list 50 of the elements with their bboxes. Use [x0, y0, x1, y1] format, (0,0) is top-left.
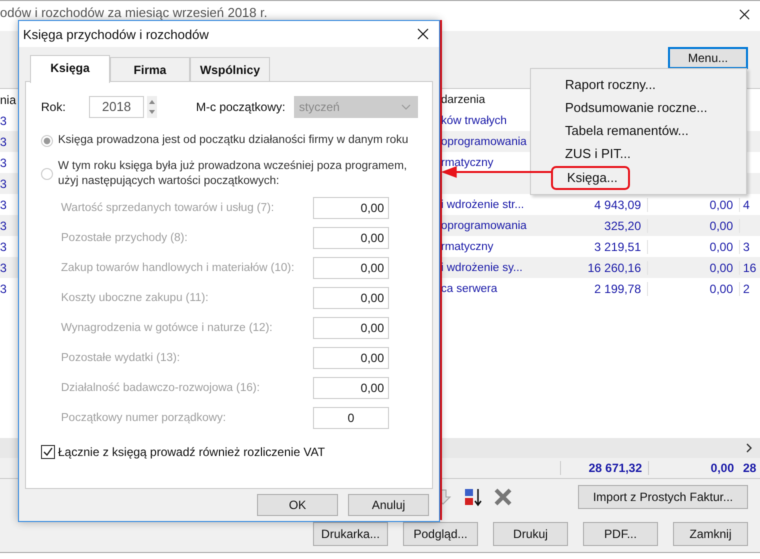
table-cell: 16 260,16: [588, 260, 641, 274]
table-cell: 0,00: [710, 282, 733, 296]
table-cell-text: 3: [0, 198, 8, 212]
table-cell: 4: [743, 198, 750, 212]
table-cell: i wdrożenie str...: [441, 198, 524, 210]
table-cell: oprogramowania: [441, 136, 527, 148]
field-label: Pozostałe przychody (8):: [61, 232, 189, 244]
column-header: darzenia: [440, 94, 486, 106]
dialog-title: Księga przychodów i rozchodów: [23, 26, 209, 42]
table-cell-text: 3: [0, 176, 8, 190]
column-header: nia: [0, 92, 18, 106]
field-label: Zakup towarów handlowych i materiałów (10):: [61, 262, 296, 274]
radio-label: Księga prowadzona jest od początku działaności firmy w danym roku: [58, 133, 410, 148]
total-cell-text: 28: [742, 461, 758, 475]
field-label: Koszty uboczne zakupu (11):: [61, 292, 210, 304]
table-cell: 16: [743, 260, 756, 274]
checkbox-label: Łącznie z księgą prowadź również rozliczenie VAT: [58, 445, 326, 459]
total-cell: 0,00: [648, 461, 740, 475]
table-cell: 3: [743, 240, 750, 254]
field-label: Pozostałe wydatki (13):: [61, 352, 181, 364]
field-label: Rok:: [41, 100, 67, 114]
table-cell: rmatyczny: [441, 156, 494, 168]
table-cell: 0,00: [710, 240, 733, 254]
table-cell: oprogramowania: [441, 220, 527, 232]
field-label: Działalność badawczo-rozwojowa (16):: [61, 382, 261, 394]
field-label: Wynagrodzenia w gotówce i naturze (12):: [61, 322, 274, 334]
table-cell: 0,00: [710, 218, 733, 232]
total-cell: 28 671,32: [560, 461, 648, 475]
window-title: odów i rozchodów za miesiąc wrzesień 2018 r.: [0, 5, 268, 20]
table-cell-text: 3: [0, 240, 8, 254]
table-cell: rmatyczny: [441, 240, 494, 252]
radio-label: W tym roku księga była już prowadzona wcześniej poza programem, użyj następujących wartości początkowych:: [58, 159, 408, 189]
table-cell-text: 3: [0, 156, 8, 170]
table-cell-text: 3: [0, 134, 8, 148]
table-cell: i wdrożenie sy...: [441, 262, 523, 274]
field-label: Początkowy numer porządkowy:: [61, 412, 227, 424]
field-label: Wartość sprzedanych towarów i usług (7):: [61, 202, 276, 214]
table-cell: 0,00: [710, 198, 733, 212]
table-cell-text: 3: [0, 218, 8, 232]
table-cell: 3 219,51: [594, 240, 641, 254]
table-cell: 325,20: [604, 218, 641, 232]
table-cell: 2: [743, 282, 750, 296]
table-cell-text: 3: [0, 260, 8, 274]
table-cell: 4 943,09: [594, 198, 641, 212]
table-cell-text: 3: [0, 282, 8, 296]
table-cell-text: 3: [0, 114, 8, 128]
field-label: M-c początkowy:: [196, 100, 286, 114]
table-cell: ków trwałych: [441, 114, 507, 126]
table-cell: 2 199,78: [594, 282, 641, 296]
table-cell: 0,00: [710, 260, 733, 274]
